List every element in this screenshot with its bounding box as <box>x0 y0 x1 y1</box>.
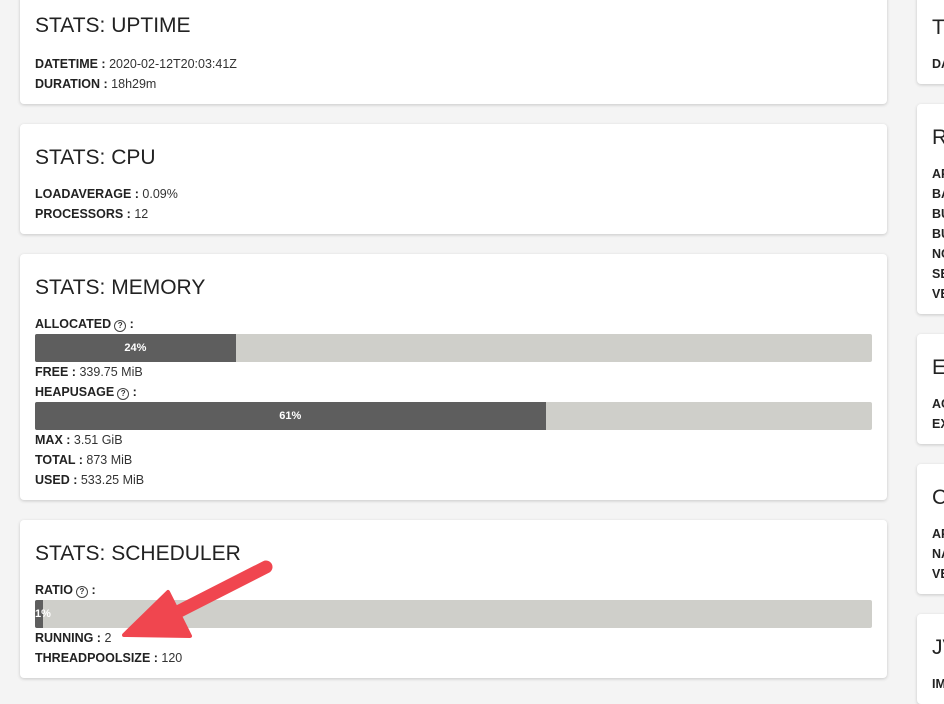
max-row: MAX : 3.51 GiB <box>35 432 123 448</box>
duration-row: DURATION : 18h29m <box>35 76 156 92</box>
scheduler-title: STATS: SCHEDULER <box>35 542 241 565</box>
right-card-2-title: R <box>932 126 944 149</box>
ratio-label: RATIO <box>35 583 73 597</box>
running-label: RUNNING : <box>35 631 101 645</box>
memory-card: STATS: MEMORY ALLOCATED? : 24% FREE : 33… <box>20 254 887 500</box>
right-card-2-row: VE <box>932 287 944 301</box>
free-value: 339.75 MiB <box>79 365 143 379</box>
allocated-label: ALLOCATED <box>35 317 112 331</box>
total-label: TOTAL : <box>35 453 83 467</box>
total-value: 873 MiB <box>86 453 133 467</box>
right-card-2-row: BU <box>932 207 944 221</box>
right-card-2-row: AP <box>932 167 944 181</box>
heapusage-progress-fill: 61% <box>35 402 546 430</box>
free-row: FREE : 339.75 MiB <box>35 364 143 380</box>
right-card-3-row: EX <box>932 417 944 431</box>
heapusage-row: HEAPUSAGE? : <box>35 385 137 400</box>
heapusage-progress-bar: 61% <box>35 402 872 430</box>
help-icon[interactable]: ? <box>117 388 130 400</box>
ratio-progress-fill: 1% <box>35 600 51 628</box>
right-card-3-title: E <box>932 356 944 379</box>
memory-title: STATS: MEMORY <box>35 276 206 299</box>
free-label: FREE : <box>35 365 76 379</box>
right-card-2-row: NC <box>932 247 944 261</box>
threadpoolsize-label: THREADPOOLSIZE : <box>35 651 158 665</box>
right-card-4: C AP NA VE <box>917 464 944 594</box>
right-card-4-title: C <box>932 486 944 509</box>
scheduler-card: STATS: SCHEDULER RATIO? : 1% RUNNING : 2… <box>20 520 887 678</box>
allocated-progress-bar: 24% <box>35 334 872 362</box>
duration-value: 18h29m <box>111 77 157 91</box>
datetime-value: 2020-02-12T20:03:41Z <box>109 57 237 71</box>
right-card-2-row: BA <box>932 187 944 201</box>
right-card-5-title: JV <box>932 636 944 659</box>
running-row: RUNNING : 2 <box>35 630 111 646</box>
loadaverage-label: LOADAVERAGE : <box>35 187 139 201</box>
uptime-card: STATS: UPTIME DATETIME : 2020-02-12T20:0… <box>20 0 887 104</box>
ratio-row: RATIO? : <box>35 583 96 598</box>
right-card-1: T DA <box>917 0 944 84</box>
allocated-row: ALLOCATED? : <box>35 317 134 332</box>
right-card-1-title: T <box>932 16 944 39</box>
duration-label: DURATION : <box>35 77 108 91</box>
used-value: 533.25 MiB <box>80 473 145 487</box>
right-card-4-row: AP <box>932 527 944 541</box>
cpu-card: STATS: CPU LOADAVERAGE : 0.09% PROCESSOR… <box>20 124 887 234</box>
used-label: USED : <box>35 473 78 487</box>
right-card-2: R AP BA BU BU NC SE VE <box>917 104 944 314</box>
used-row: USED : 533.25 MiB <box>35 472 144 488</box>
right-card-4-row: VE <box>932 567 944 581</box>
loadaverage-value: 0.09% <box>142 187 178 201</box>
datetime-row: DATETIME : 2020-02-12T20:03:41Z <box>35 56 237 72</box>
total-row: TOTAL : 873 MiB <box>35 452 132 468</box>
datetime-label: DATETIME : <box>35 57 106 71</box>
right-card-4-row: NA <box>932 547 944 561</box>
right-card-2-row: BU <box>932 227 944 241</box>
right-card-5: JV IM <box>917 614 944 704</box>
uptime-title: STATS: UPTIME <box>35 14 191 37</box>
allocated-progress-fill: 24% <box>35 334 236 362</box>
cpu-title: STATS: CPU <box>35 146 156 169</box>
ratio-progress-bar: 1% <box>35 600 872 628</box>
right-card-2-row: SE <box>932 267 944 281</box>
right-card-3-row: AC <box>932 397 944 411</box>
threadpoolsize-value: 120 <box>161 651 183 665</box>
threadpoolsize-row: THREADPOOLSIZE : 120 <box>35 650 182 666</box>
right-card-5-row: IM <box>932 677 944 691</box>
processors-label: PROCESSORS : <box>35 207 131 221</box>
help-icon[interactable]: ? <box>114 320 127 332</box>
max-label: MAX : <box>35 433 71 447</box>
right-card-1-row: DA <box>932 57 944 71</box>
processors-value: 12 <box>134 207 149 221</box>
processors-row: PROCESSORS : 12 <box>35 206 148 222</box>
running-value: 2 <box>104 631 112 645</box>
max-value: 3.51 GiB <box>73 433 123 447</box>
loadaverage-row: LOADAVERAGE : 0.09% <box>35 186 178 202</box>
heapusage-label: HEAPUSAGE <box>35 385 115 399</box>
right-card-3: E AC EX <box>917 334 944 444</box>
help-icon[interactable]: ? <box>75 586 88 598</box>
